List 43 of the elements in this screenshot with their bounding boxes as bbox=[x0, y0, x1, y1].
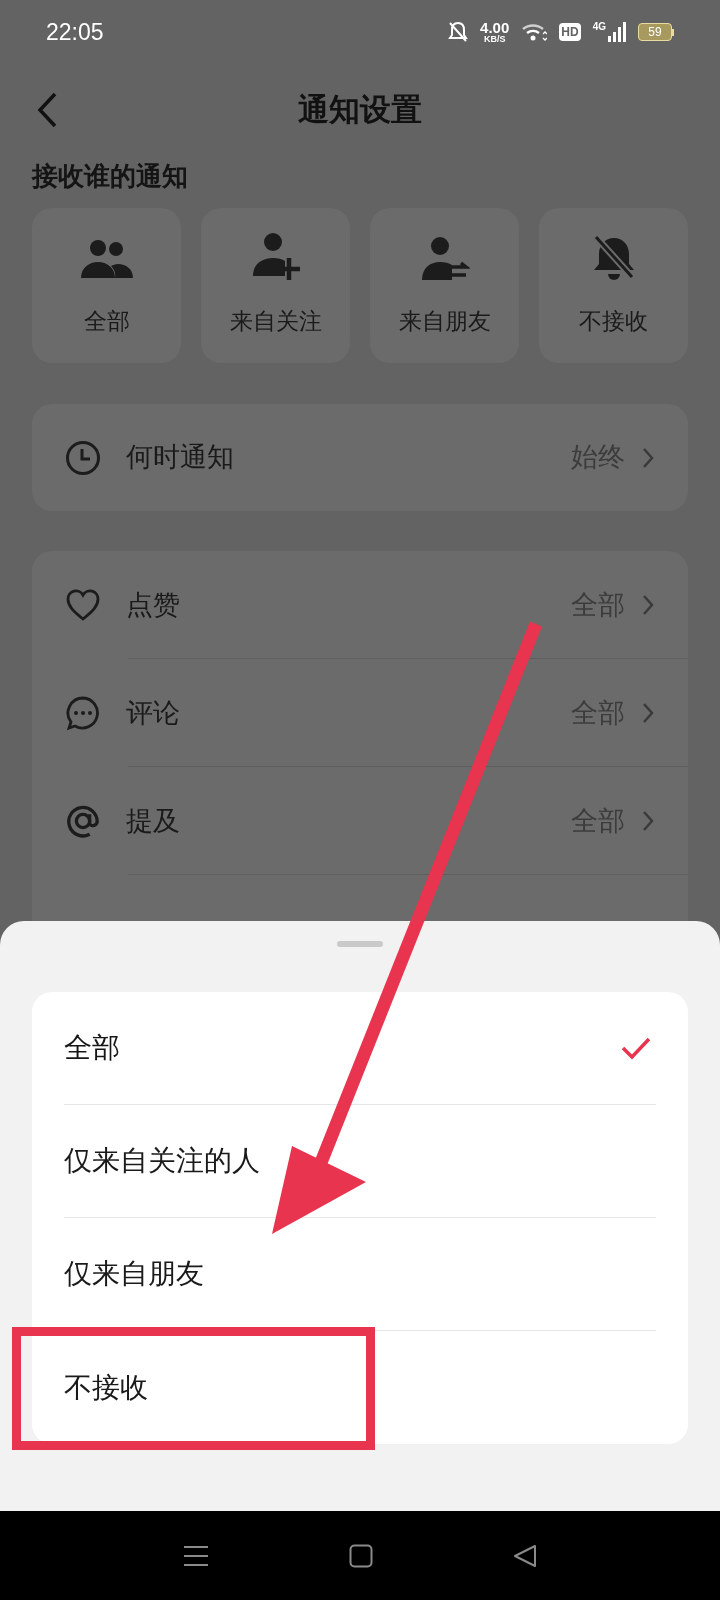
option-label: 不接收 bbox=[64, 1370, 148, 1405]
back-icon[interactable] bbox=[513, 1543, 537, 1568]
add-person-icon bbox=[250, 232, 301, 282]
speed-unit: KB/S bbox=[483, 35, 506, 44]
clock-time: 22:05 bbox=[46, 17, 104, 47]
chevron-right-icon bbox=[641, 593, 655, 617]
menu-icon[interactable] bbox=[183, 1544, 209, 1567]
option-row[interactable]: 全部 bbox=[64, 992, 656, 1105]
page-title: 通知设置 bbox=[298, 90, 422, 129]
option-row[interactable]: 不接收 bbox=[64, 1331, 656, 1444]
drag-handle[interactable] bbox=[337, 941, 383, 947]
section-title: 接收谁的通知 bbox=[32, 160, 189, 193]
option-label: 全部 bbox=[64, 1031, 120, 1065]
audience-label: 来自朋友 bbox=[398, 307, 491, 336]
clock-icon bbox=[65, 439, 101, 476]
signal-icon bbox=[608, 22, 626, 42]
audience-card[interactable]: 来自关注 bbox=[201, 208, 350, 363]
option-label: 仅来自朋友 bbox=[64, 1257, 204, 1291]
home-icon[interactable] bbox=[349, 1543, 373, 1568]
audience-label: 全部 bbox=[83, 307, 130, 336]
setting-label: 点赞 bbox=[126, 588, 180, 622]
battery-level: 59 bbox=[648, 26, 662, 38]
person-swap-icon bbox=[419, 236, 470, 282]
chevron-right-icon bbox=[641, 701, 655, 725]
wifi-icon bbox=[521, 22, 548, 42]
when-label: 何时通知 bbox=[126, 441, 234, 475]
audience-card[interactable]: 全部 bbox=[32, 208, 181, 363]
chat-bubble-icon bbox=[65, 695, 101, 731]
network-type: 4G bbox=[592, 22, 606, 32]
setting-label: 提及 bbox=[126, 804, 180, 838]
audience-label: 不接收 bbox=[579, 307, 648, 336]
bell-off-icon bbox=[448, 21, 469, 43]
option-label: 仅来自关注的人 bbox=[64, 1144, 260, 1178]
heart-icon bbox=[65, 588, 101, 622]
audience-label: 来自关注 bbox=[229, 307, 322, 336]
hd-badge: HD bbox=[559, 23, 581, 41]
audience-card[interactable]: 来自朋友 bbox=[370, 208, 519, 363]
setting-label: 评论 bbox=[126, 696, 180, 730]
network-speed: 4.00 bbox=[480, 20, 510, 35]
checkmark-icon bbox=[620, 1036, 652, 1060]
audience-card[interactable]: 不接收 bbox=[539, 208, 688, 363]
back-icon[interactable] bbox=[36, 91, 58, 129]
chevron-right-icon bbox=[641, 809, 655, 833]
